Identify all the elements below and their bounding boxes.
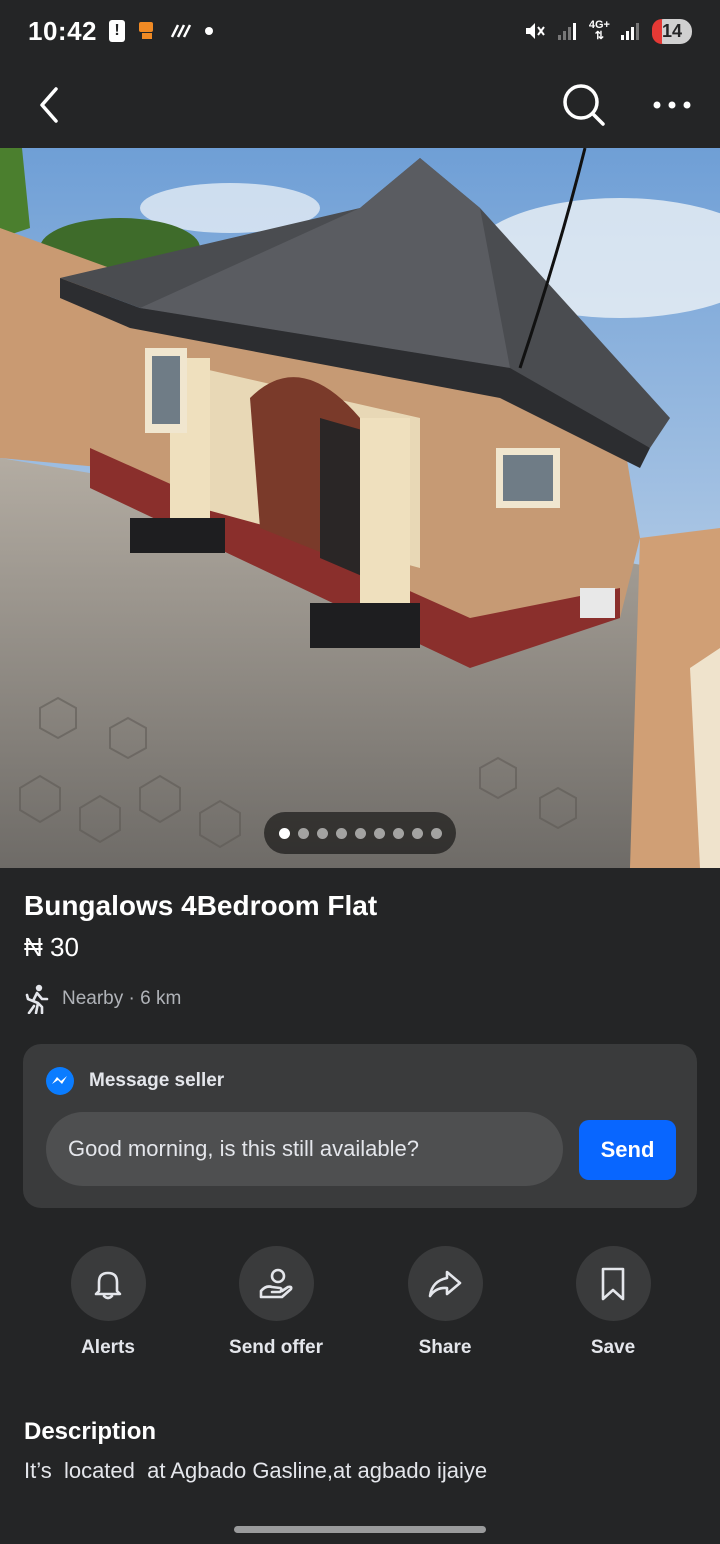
location-row: Nearby · 6 km bbox=[24, 984, 181, 1014]
marketplace-listing-page: 10:42 ! 4G+ ⇅ 14 Bungalows 4Bedroom Flat… bbox=[0, 0, 720, 1544]
alerts-label: Alerts bbox=[81, 1337, 135, 1358]
listing-photo[interactable] bbox=[0, 148, 720, 868]
pager-dot[interactable] bbox=[430, 827, 442, 839]
home-indicator[interactable] bbox=[234, 1526, 486, 1533]
listing-price: ₦ 30 bbox=[24, 932, 79, 962]
pager-dot[interactable] bbox=[297, 827, 309, 839]
pager-dot[interactable] bbox=[373, 827, 385, 839]
alert-notification-icon: ! bbox=[109, 20, 125, 42]
message-input[interactable]: Good morning, is this still available? bbox=[46, 1112, 563, 1186]
walking-person-icon bbox=[25, 984, 49, 1014]
status-time: 10:42 bbox=[28, 15, 97, 46]
bookmark-icon bbox=[601, 1267, 625, 1300]
action-row: Alerts Send offer Share Save bbox=[0, 1246, 720, 1366]
description-heading: Description bbox=[24, 1418, 157, 1445]
app-notification-icon bbox=[137, 20, 157, 42]
mute-icon bbox=[523, 19, 547, 43]
more-options-button[interactable] bbox=[648, 81, 696, 129]
messenger-icon bbox=[46, 1067, 74, 1095]
pager-dot[interactable] bbox=[316, 827, 328, 839]
pager-dot[interactable] bbox=[278, 827, 290, 839]
save-button[interactable] bbox=[575, 1246, 651, 1321]
data-saver-icon bbox=[169, 23, 193, 39]
network-type-label: 4G+ ⇅ bbox=[588, 19, 610, 42]
alerts-button[interactable] bbox=[70, 1246, 146, 1321]
house-photo-illustration bbox=[0, 148, 720, 868]
chevron-left-icon bbox=[40, 87, 58, 123]
message-seller-label: Message seller bbox=[89, 1070, 225, 1091]
pager-dot[interactable] bbox=[392, 827, 404, 839]
offer-hand-icon bbox=[259, 1268, 293, 1298]
pager-dot[interactable] bbox=[411, 827, 423, 839]
pager-dot[interactable] bbox=[354, 827, 366, 839]
battery-indicator: 14 bbox=[651, 18, 692, 44]
share-button[interactable] bbox=[407, 1246, 483, 1321]
send-offer-button[interactable] bbox=[238, 1246, 314, 1321]
message-seller-card: Message seller Good morning, is this sti… bbox=[23, 1044, 697, 1208]
more-notifications-dot-icon bbox=[205, 27, 213, 35]
share-label: Share bbox=[418, 1337, 472, 1358]
send-button[interactable]: Send bbox=[579, 1120, 676, 1180]
status-bar: 10:42 ! 4G+ ⇅ 14 bbox=[0, 0, 720, 62]
back-button[interactable] bbox=[24, 81, 72, 129]
listing-title: Bungalows 4Bedroom Flat bbox=[24, 890, 378, 921]
save-action[interactable]: Save bbox=[538, 1246, 688, 1359]
search-button[interactable] bbox=[560, 81, 608, 129]
bell-icon bbox=[94, 1271, 122, 1299]
distance-text: Nearby · 6 km bbox=[62, 988, 182, 1009]
top-nav bbox=[0, 62, 720, 148]
share-action[interactable]: Share bbox=[370, 1246, 520, 1359]
send-offer-action[interactable]: Send offer bbox=[201, 1246, 351, 1359]
send-offer-label: Send offer bbox=[229, 1337, 323, 1358]
description-text: It’s located at Agbado Gasline,at agbado… bbox=[24, 1458, 488, 1483]
alerts-action[interactable]: Alerts bbox=[33, 1246, 183, 1359]
pager-dot[interactable] bbox=[335, 827, 347, 839]
signal-icon bbox=[557, 21, 579, 41]
more-horizontal-icon bbox=[653, 101, 691, 109]
signal-icon-2 bbox=[620, 21, 642, 41]
photo-pager[interactable] bbox=[264, 812, 456, 854]
search-icon bbox=[563, 84, 605, 126]
share-arrow-icon bbox=[428, 1270, 462, 1297]
save-label: Save bbox=[590, 1337, 636, 1358]
